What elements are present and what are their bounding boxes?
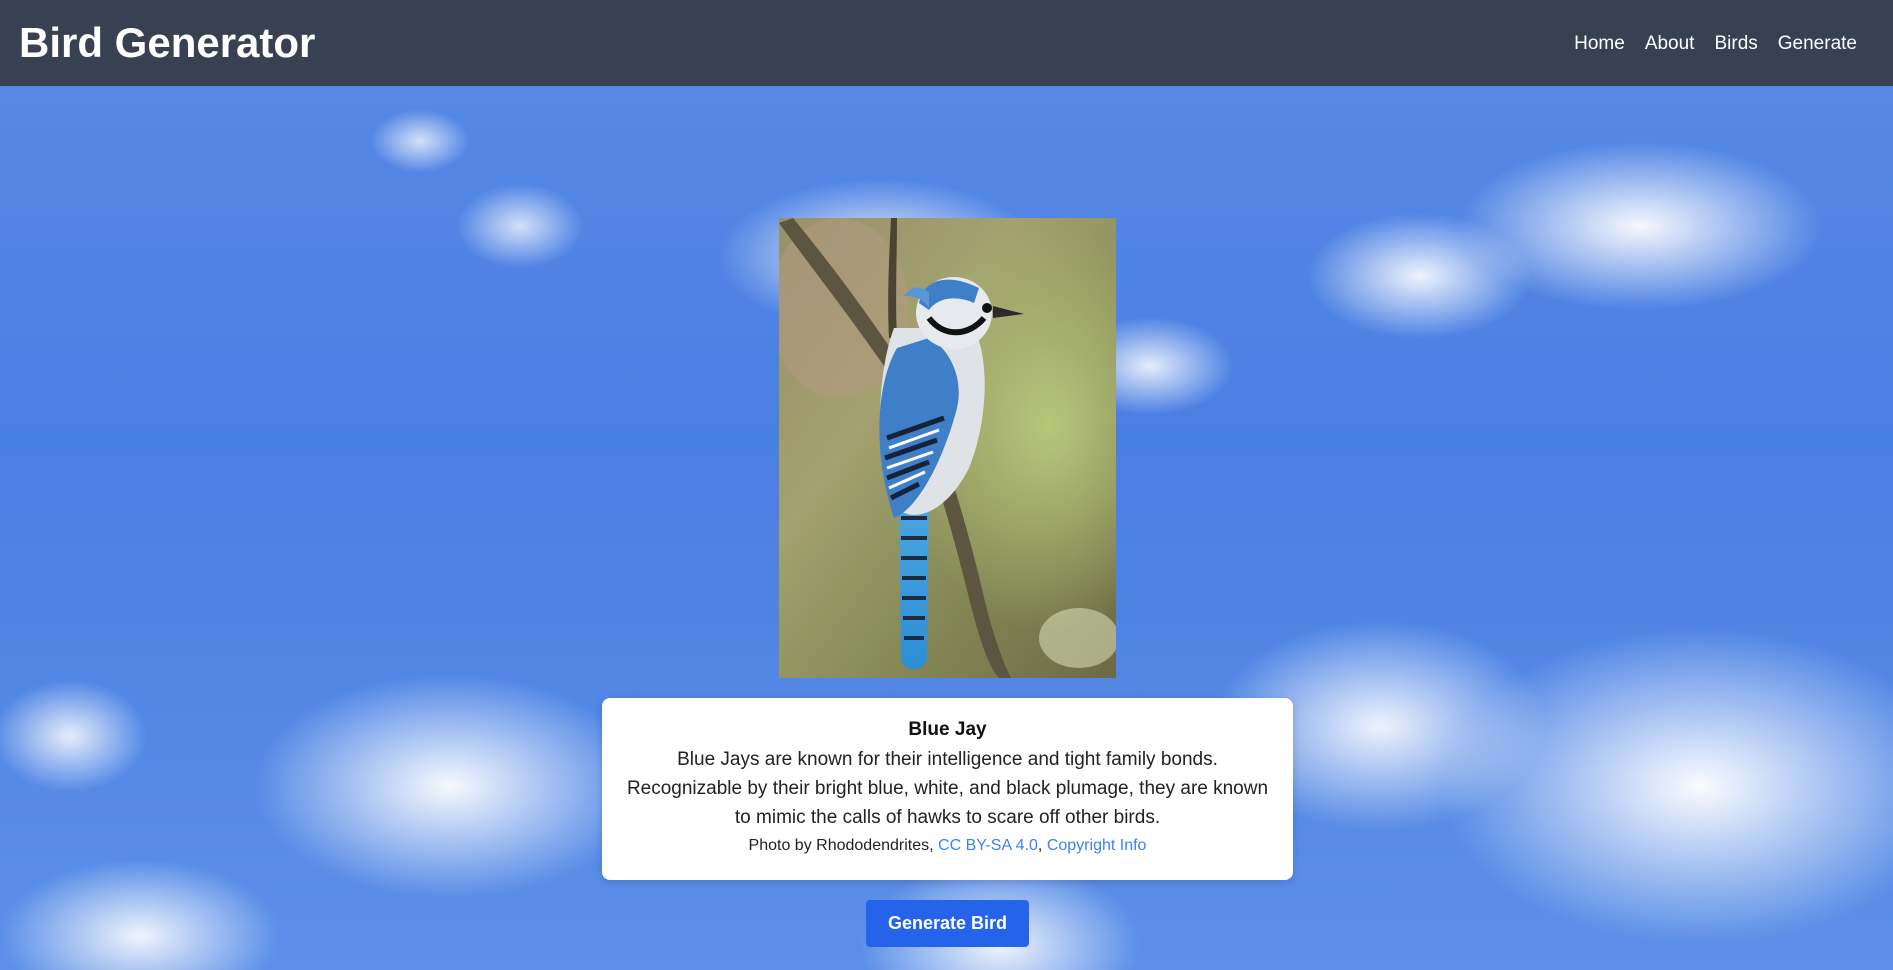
bird-info-card: Blue Jay Blue Jays are known for their i…	[602, 698, 1293, 880]
bird-description: Blue Jays are known for their intelligen…	[626, 749, 1269, 828]
license-link[interactable]: CC BY-SA 4.0	[938, 837, 1038, 854]
nav-link-about[interactable]: About	[1645, 30, 1695, 58]
credit-separator: ,	[1037, 837, 1043, 854]
nav-link-generate[interactable]: Generate	[1778, 30, 1857, 58]
nav-link-birds[interactable]: Birds	[1714, 30, 1757, 58]
bird-photo	[779, 218, 1116, 678]
blue-jay-photo-icon	[779, 218, 1116, 678]
navbar: Bird Generator Home About Birds Generate	[0, 0, 1893, 86]
nav-link-home[interactable]: Home	[1574, 30, 1625, 58]
site-title: Bird Generator	[19, 19, 316, 66]
bird-name: Blue Jay	[908, 719, 987, 740]
credit-prefix: Photo by Rhododendrites,	[748, 837, 934, 854]
copyright-link[interactable]: Copyright Info	[1047, 837, 1147, 854]
generate-bird-button[interactable]: Generate Bird	[866, 900, 1029, 947]
photo-credit: Photo by Rhododendrites, CC BY-SA 4.0, C…	[624, 834, 1271, 858]
nav-links: Home About Birds Generate	[1574, 30, 1857, 58]
